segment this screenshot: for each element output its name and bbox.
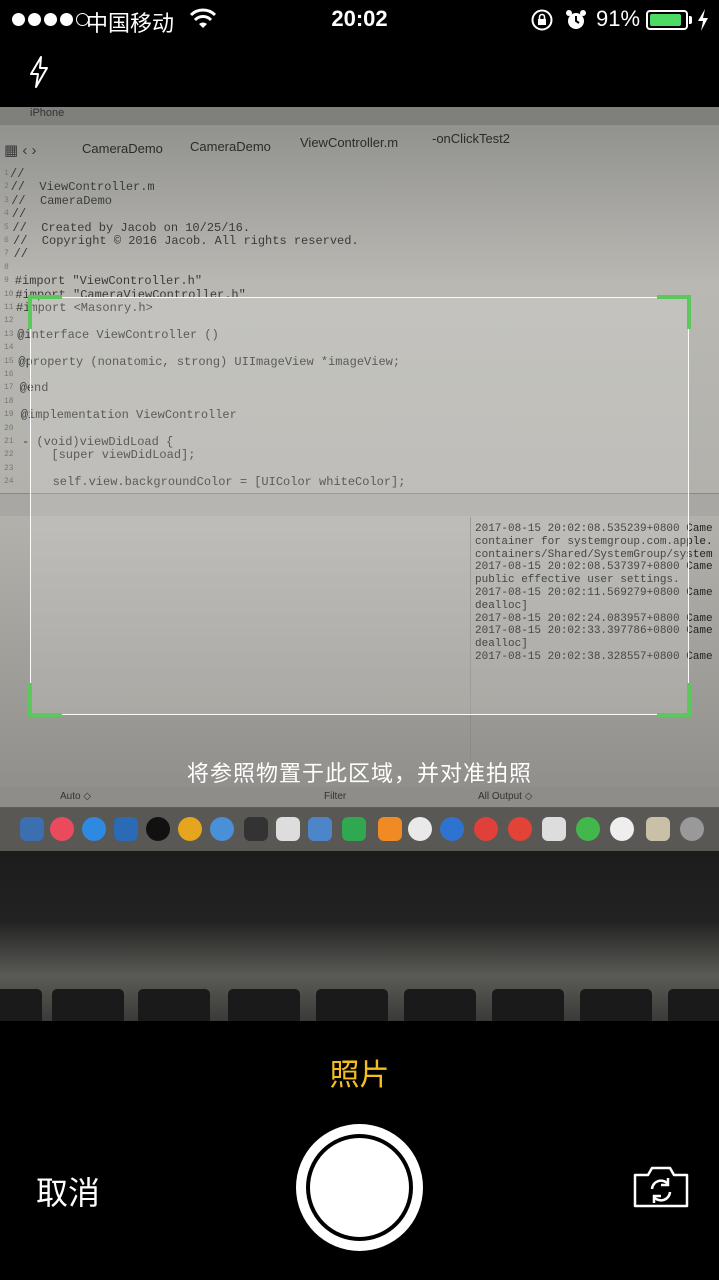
dock-app-icon xyxy=(276,817,300,841)
dock-app-icon xyxy=(680,817,704,841)
cancel-button[interactable]: 取消 xyxy=(36,1168,100,1214)
filter-field: Filter xyxy=(324,791,347,802)
output-selector: All Output ◇ xyxy=(478,791,533,802)
alarm-icon xyxy=(566,10,586,29)
code-line: // ViewController.m xyxy=(10,180,155,195)
auto-selector: Auto ◇ xyxy=(60,791,92,802)
breadcrumb: ViewController.m xyxy=(300,135,399,150)
scan-hint-text: 将参照物置于此区域，并对准拍照 xyxy=(186,761,532,786)
battery-icon xyxy=(646,10,688,30)
keyboard-key xyxy=(404,989,476,1021)
code-line: // Created by Jacob on 10/25/16. xyxy=(12,220,251,235)
photo-mode-label[interactable]: 照片 xyxy=(0,1050,719,1094)
corner-marker xyxy=(657,683,691,717)
nav-arrows-icon: ▦ ‹ › xyxy=(4,142,37,159)
shutter-button[interactable] xyxy=(296,1124,423,1251)
keyboard-key xyxy=(580,989,652,1021)
code-line: // CameraDemo xyxy=(11,193,113,208)
battery-tip xyxy=(689,16,692,24)
status-bar: 中国移动 20:02 91% xyxy=(0,0,719,40)
rotation-lock-icon xyxy=(531,9,553,31)
breadcrumb: CameraDemo xyxy=(82,141,163,156)
keyboard-key xyxy=(668,989,719,1021)
dock-app-icon xyxy=(244,817,268,841)
dock-app-icon xyxy=(440,817,464,841)
breadcrumb: CameraDemo xyxy=(190,139,271,154)
code-line: // xyxy=(10,167,25,181)
flash-icon[interactable] xyxy=(28,56,50,88)
dock-app-icon xyxy=(508,817,532,841)
keyboard-key xyxy=(228,989,300,1021)
console-bottom-bar: Auto ◇ Filter All Output ◇ xyxy=(0,787,719,807)
charging-icon xyxy=(698,9,708,31)
dock-app-icon xyxy=(610,817,634,841)
laptop-keyboard xyxy=(0,977,719,1021)
code-line: // Copyright © 2016 Jacob. All rights re… xyxy=(13,234,359,248)
tab-iphone: iPhone xyxy=(30,107,65,119)
dock-app-icon xyxy=(20,817,44,841)
dock-app-icon xyxy=(378,817,402,841)
code-line: // xyxy=(13,247,28,262)
keyboard-key xyxy=(0,989,42,1021)
breadcrumb: -onClickTest2 xyxy=(432,131,511,146)
corner-marker xyxy=(657,295,691,329)
dock-app-icon xyxy=(308,817,332,841)
dock-app-icon xyxy=(82,817,106,841)
corner-marker xyxy=(28,683,62,717)
keyboard-key xyxy=(52,989,124,1021)
dock-app-icon xyxy=(50,817,74,841)
scan-region-frame xyxy=(28,295,691,717)
dock-app-icon xyxy=(474,817,498,841)
dock-app-icon xyxy=(342,817,366,841)
dock-app-icon xyxy=(408,817,432,841)
keyboard-key xyxy=(492,989,564,1021)
keyboard-key xyxy=(316,989,388,1021)
dock-app-icon xyxy=(542,817,566,841)
dock-app-icon xyxy=(210,817,234,841)
dock-app-icon xyxy=(646,817,670,841)
corner-marker xyxy=(28,295,62,329)
dock-app-icon xyxy=(114,817,138,841)
battery-percent: 91% xyxy=(596,6,641,31)
dock-app-icon xyxy=(178,817,202,841)
shutter-inner-ring xyxy=(306,1134,413,1241)
keyboard-key xyxy=(138,989,210,1021)
code-line: #import "ViewController.h" xyxy=(14,274,203,289)
xcode-jump-bar: ▦ ‹ › CameraDemo CameraDemo ViewControll… xyxy=(0,127,719,163)
dock-app-icon xyxy=(576,817,600,841)
mac-dock xyxy=(0,809,719,851)
xcode-tab-bar: iPhone xyxy=(0,107,719,125)
switch-camera-icon[interactable] xyxy=(632,1165,690,1209)
code-line: // xyxy=(11,207,27,222)
dock-app-icon xyxy=(146,817,170,841)
